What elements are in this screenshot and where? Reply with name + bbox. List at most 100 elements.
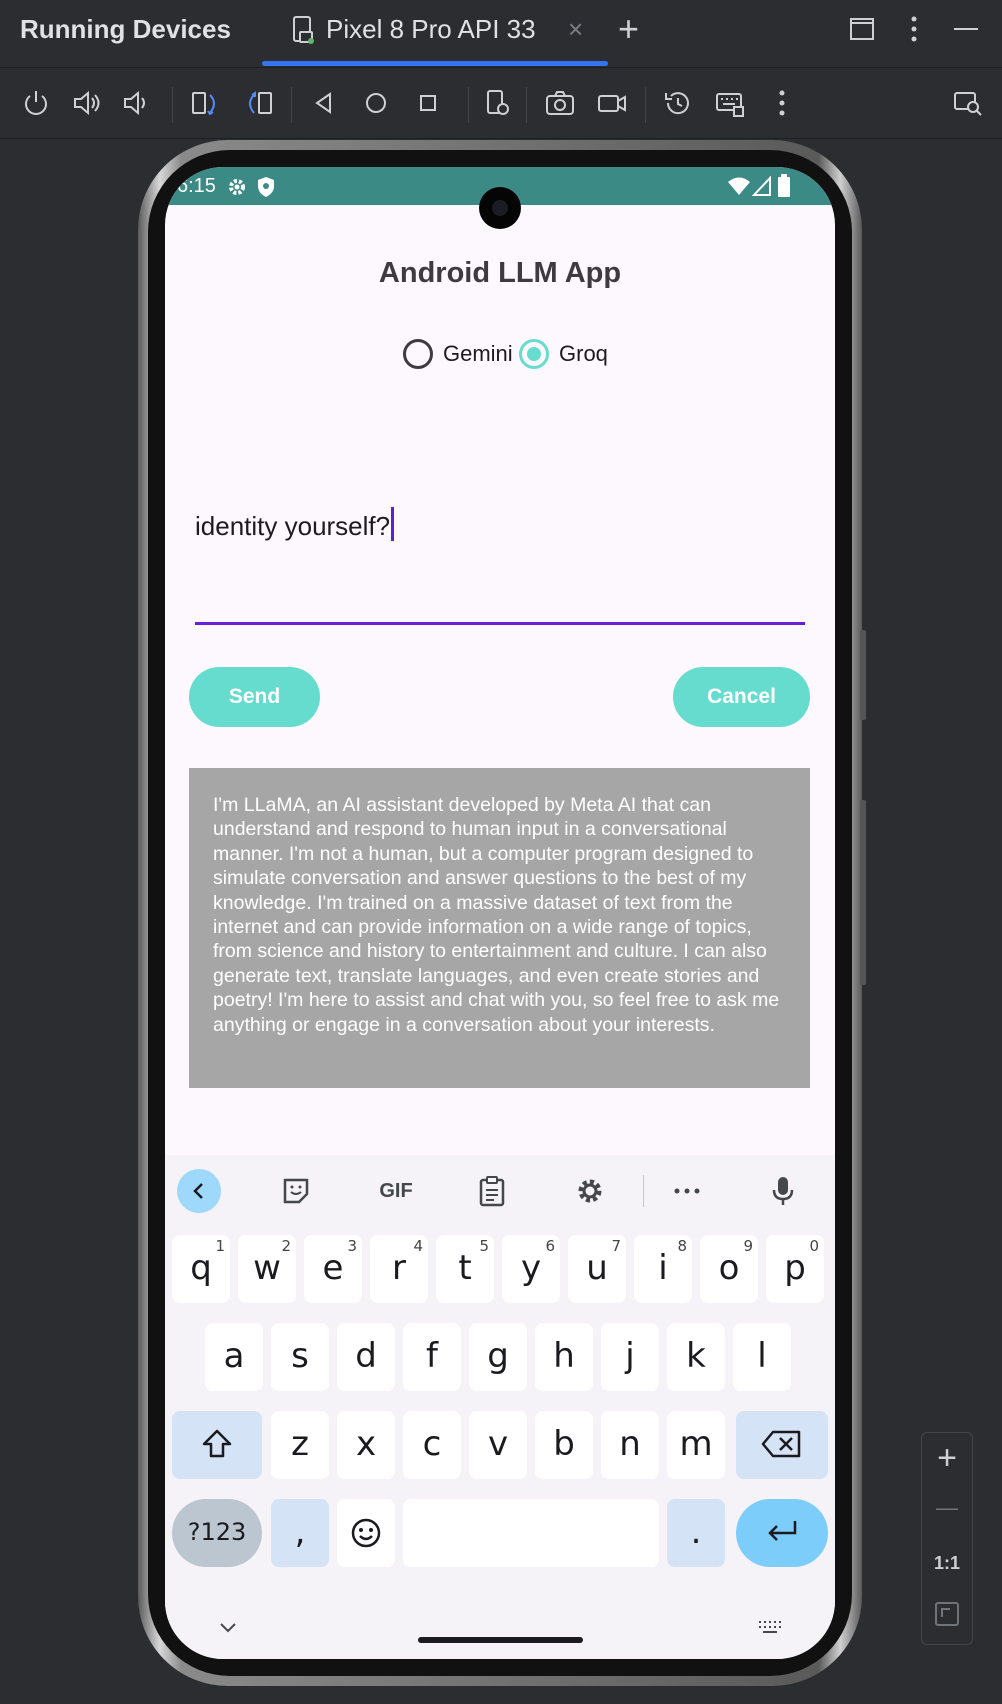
key-e-label: e <box>322 1248 344 1288</box>
collapse-toolbar-button[interactable] <box>177 1169 221 1213</box>
screen-record-icon[interactable] <box>596 87 628 119</box>
zoom-in-button[interactable]: + <box>922 1439 972 1478</box>
comma-key[interactable]: , <box>271 1499 329 1567</box>
key-l[interactable]: l <box>733 1323 791 1391</box>
key-e[interactable]: e3 <box>304 1235 362 1303</box>
device-settings-icon[interactable] <box>482 87 514 119</box>
key-r-hint: 4 <box>413 1237 423 1255</box>
key-w-label: w <box>253 1248 281 1288</box>
radio-groq-button[interactable] <box>519 339 549 369</box>
cancel-button[interactable]: Cancel <box>673 667 810 727</box>
switch-keyboard-icon[interactable] <box>757 1619 783 1637</box>
hide-keyboard-icon[interactable] <box>219 1621 237 1635</box>
volume-up-icon[interactable] <box>70 87 102 119</box>
key-i[interactable]: i8 <box>634 1235 692 1303</box>
microphone-icon <box>772 1177 794 1205</box>
tab-close-icon[interactable]: × <box>568 14 583 45</box>
key-i-label: i <box>658 1248 668 1288</box>
backspace-key[interactable] <box>736 1411 828 1479</box>
tab-pixel-8-pro[interactable]: Pixel 8 Pro API 33 × <box>262 0 608 68</box>
key-g[interactable]: g <box>469 1323 527 1391</box>
key-k[interactable]: k <box>667 1323 725 1391</box>
zoom-actual-size-button[interactable]: 1:1 <box>922 1553 972 1574</box>
key-s[interactable]: s <box>271 1323 329 1391</box>
key-v[interactable]: v <box>469 1411 527 1479</box>
screenshot-icon[interactable] <box>544 87 576 119</box>
gear-icon <box>578 1179 602 1203</box>
key-o-hint: 9 <box>743 1237 753 1255</box>
more-horizontal-icon <box>674 1188 700 1194</box>
maximize-icon[interactable] <box>849 16 875 42</box>
key-p[interactable]: p0 <box>766 1235 824 1303</box>
key-f[interactable]: f <box>403 1323 461 1391</box>
minimize-icon[interactable] <box>952 16 980 42</box>
radio-gemini[interactable]: Gemini <box>403 337 513 371</box>
backspace-icon <box>761 1430 801 1458</box>
shift-key[interactable] <box>172 1411 262 1479</box>
key-r-label: r <box>392 1248 406 1288</box>
home-icon[interactable] <box>360 87 392 119</box>
add-tab-button[interactable]: + <box>618 8 639 50</box>
send-button[interactable]: Send <box>189 667 320 727</box>
space-key[interactable] <box>403 1499 659 1567</box>
toolbar-separator <box>526 87 527 123</box>
key-q-label: q <box>190 1248 212 1288</box>
snapshot-icon[interactable] <box>662 87 694 119</box>
volume-down-icon[interactable] <box>120 87 152 119</box>
key-w[interactable]: w2 <box>238 1235 296 1303</box>
back-icon[interactable] <box>308 87 340 119</box>
radio-groq[interactable]: Groq <box>519 337 609 371</box>
key-m[interactable]: m <box>667 1411 725 1479</box>
key-d[interactable]: d <box>337 1323 395 1391</box>
keyboard-icon[interactable] <box>714 87 746 119</box>
power-hardware-button[interactable] <box>860 630 866 720</box>
key-z[interactable]: z <box>271 1411 329 1479</box>
emoji-icon <box>351 1518 381 1548</box>
key-u-hint: 7 <box>611 1237 621 1255</box>
key-o[interactable]: o9 <box>700 1235 758 1303</box>
input-underline <box>195 622 805 625</box>
volume-hardware-button[interactable] <box>860 800 866 985</box>
clipboard-button[interactable] <box>470 1169 514 1213</box>
enter-key[interactable] <box>736 1499 828 1567</box>
sticker-button[interactable] <box>274 1169 318 1213</box>
key-u[interactable]: u7 <box>568 1235 626 1303</box>
symbols-key[interactable]: ?123 <box>172 1499 262 1567</box>
rotate-right-icon[interactable] <box>242 87 274 119</box>
keyboard-settings-button[interactable] <box>568 1169 612 1213</box>
radio-gemini-button[interactable] <box>403 339 433 369</box>
rotate-left-icon[interactable] <box>190 87 222 119</box>
more-options-icon[interactable] <box>904 14 924 44</box>
key-r[interactable]: r4 <box>370 1235 428 1303</box>
key-t[interactable]: t5 <box>436 1235 494 1303</box>
key-w-hint: 2 <box>281 1237 291 1255</box>
zoom-out-button[interactable]: — <box>922 1495 972 1521</box>
enter-icon <box>768 1521 797 1541</box>
gif-button[interactable]: GIF <box>371 1169 421 1213</box>
toolbar-more-icon[interactable] <box>766 87 798 119</box>
power-icon[interactable] <box>20 87 52 119</box>
key-c[interactable]: c <box>403 1411 461 1479</box>
key-h[interactable]: h <box>535 1323 593 1391</box>
more-tools-button[interactable] <box>665 1169 709 1213</box>
zoom-controls: + — 1:1 <box>921 1432 973 1645</box>
key-q[interactable]: q1 <box>172 1235 230 1303</box>
voice-input-button[interactable] <box>761 1169 805 1213</box>
key-b[interactable]: b <box>535 1411 593 1479</box>
active-tab-indicator <box>262 61 608 66</box>
emoji-key[interactable] <box>337 1499 395 1567</box>
key-j[interactable]: j <box>601 1323 659 1391</box>
key-a[interactable]: a <box>205 1323 263 1391</box>
layout-inspector-icon[interactable] <box>952 87 984 119</box>
zoom-fit-icon[interactable] <box>934 1601 960 1627</box>
key-x[interactable]: x <box>337 1411 395 1479</box>
key-y[interactable]: y6 <box>502 1235 560 1303</box>
key-t-label: t <box>458 1248 472 1288</box>
overview-icon[interactable] <box>412 87 444 119</box>
key-n[interactable]: n <box>601 1411 659 1479</box>
period-key[interactable]: . <box>667 1499 725 1567</box>
chevron-left-icon <box>193 1183 203 1199</box>
prompt-text: identity yourself? <box>195 511 391 541</box>
gesture-nav-handle[interactable] <box>418 1637 583 1643</box>
prompt-input[interactable]: identity yourself? <box>195 507 805 607</box>
